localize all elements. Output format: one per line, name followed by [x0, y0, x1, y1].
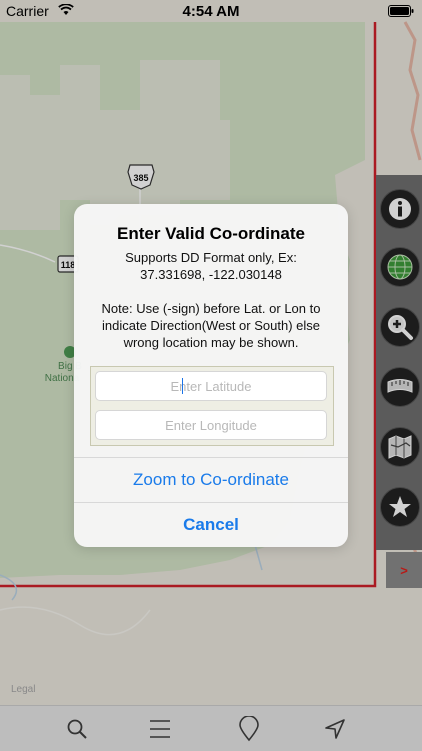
coordinate-dialog: Enter Valid Co-ordinate Supports DD Form…	[74, 204, 348, 547]
menu-button[interactable]	[147, 716, 173, 742]
message-line-1: Supports DD Format only, Ex:	[125, 250, 297, 265]
battery-icon	[388, 5, 414, 17]
menu-icon	[150, 720, 170, 738]
pin-button[interactable]	[236, 716, 262, 742]
note-line-1: Note: Use (-sign) before Lat. or Lon to	[101, 301, 321, 316]
dialog-title: Enter Valid Co-ordinate	[117, 224, 305, 243]
search-icon	[67, 719, 87, 739]
location-arrow-icon	[325, 719, 345, 739]
dialog-message: Supports DD Format only, Ex: 37.331698, …	[86, 249, 336, 351]
current-location-button[interactable]	[322, 716, 348, 742]
note-line-3: wrong location may be shown.	[123, 335, 299, 350]
text-cursor	[182, 378, 183, 394]
note-line-2: indicate Direction(West or South) else	[102, 318, 320, 333]
latitude-input[interactable]	[95, 371, 327, 401]
cancel-button[interactable]: Cancel	[74, 503, 348, 547]
zoom-to-coordinate-button[interactable]: Zoom to Co-ordinate	[74, 458, 348, 502]
status-bar: Carrier 4:54 AM	[0, 0, 422, 22]
message-line-2: 37.331698, -122.030148	[140, 267, 282, 282]
pin-icon	[239, 716, 259, 742]
longitude-input[interactable]	[95, 410, 327, 440]
bottom-toolbar	[0, 705, 422, 751]
search-button[interactable]	[64, 716, 90, 742]
clock: 4:54 AM	[182, 3, 240, 20]
coordinate-fields	[90, 366, 334, 446]
